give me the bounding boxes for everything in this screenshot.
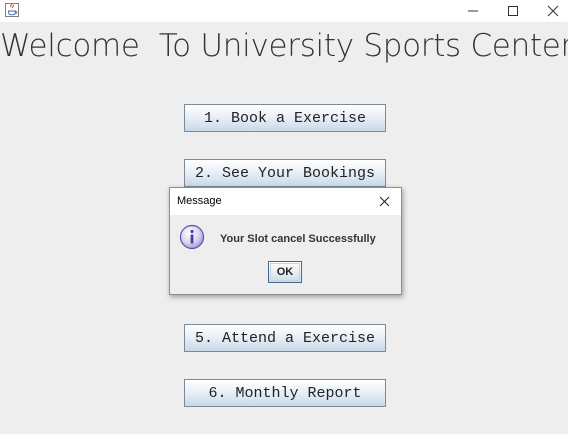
book-exercise-button[interactable]: 1. Book a Exercise [184,104,386,132]
maximize-icon [508,6,518,16]
monthly-report-button[interactable]: 6. Monthly Report [184,379,386,407]
minimize-button[interactable] [453,0,493,22]
close-icon [547,5,559,17]
java-icon [5,3,19,17]
message-dialog: Message Your Slot cancel Successfully OK [169,187,402,295]
window-close-button[interactable] [533,0,568,22]
ok-button[interactable]: OK [268,261,302,283]
info-icon [179,224,205,250]
title-bar[interactable] [0,0,568,22]
dialog-message: Your Slot cancel Successfully [220,233,376,245]
welcome-heading: Welcome To University Sports Center [0,28,568,64]
dialog-title: Message [177,195,222,207]
dialog-close-button[interactable] [373,191,395,211]
app-window: Welcome To University Sports Center 1. B… [0,0,568,434]
dialog-title-bar[interactable]: Message [170,188,401,215]
minimize-icon [468,10,478,12]
close-icon [379,196,389,206]
see-bookings-button[interactable]: 2. See Your Bookings [184,159,386,187]
attend-exercise-button[interactable]: 5. Attend a Exercise [184,324,386,352]
maximize-button[interactable] [493,0,533,22]
